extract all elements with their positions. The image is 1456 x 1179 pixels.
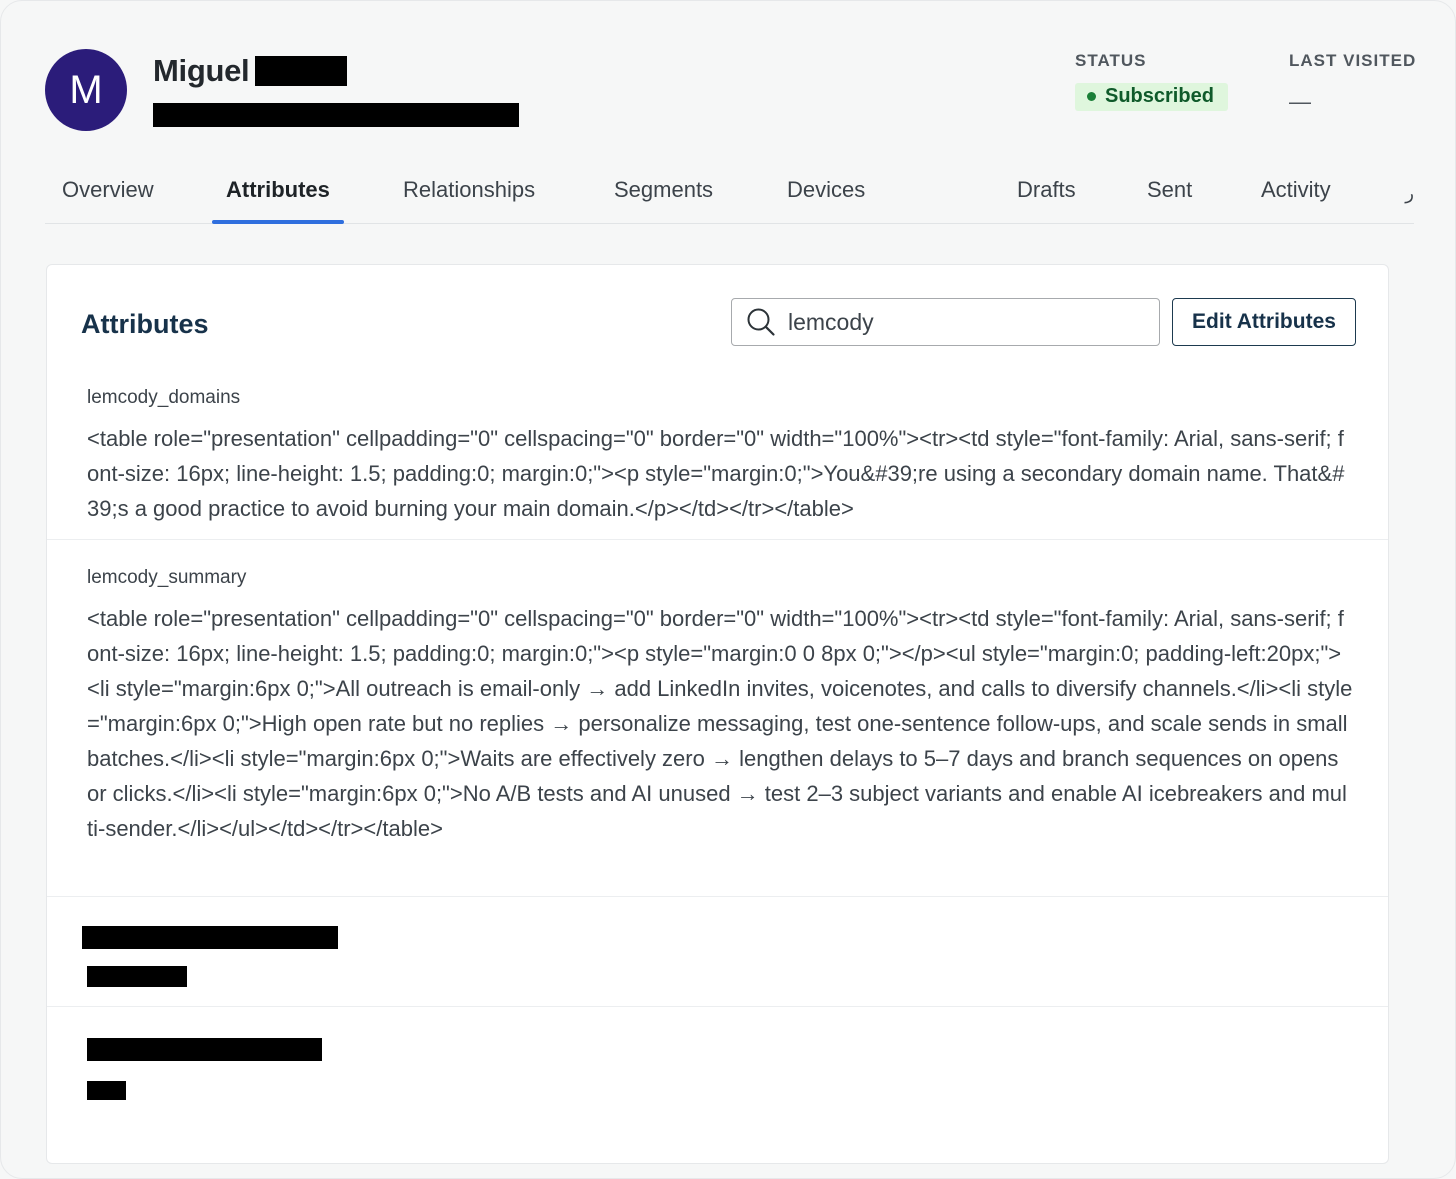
redacted-attribute-value [87,1081,126,1100]
avatar: M [45,49,127,131]
redacted-attribute-key [87,1038,322,1061]
redacted-email [153,103,519,127]
tabs-overflow-indicator[interactable]: ر [1405,183,1414,204]
profile-header: M Miguel STATUS Subscribed LAST VISITED … [45,49,1425,139]
attribute-row-redacted [47,897,1388,1007]
last-visited-value: — [1289,89,1311,114]
attribute-search [731,298,1160,346]
search-input[interactable] [788,308,1128,336]
last-visited-label: LAST VISITED [1289,51,1417,70]
edit-attributes-button[interactable]: Edit Attributes [1172,298,1356,346]
card-title: Attributes [81,309,209,339]
last-visited-block: LAST VISITED — [1289,51,1416,115]
tab-relationships[interactable]: Relationships [389,177,549,223]
contact-name: Miguel [153,53,348,89]
profile-tabs: Overview Attributes Relationships Segmen… [45,161,1414,224]
attributes-card: Attributes Edit Attributes lemcody_domai… [46,264,1389,1164]
tab-activity[interactable]: Activity [1247,177,1345,223]
status-value: Subscribed [1105,85,1214,107]
status-dot-icon [1087,92,1096,101]
status-label: STATUS [1075,51,1147,70]
redacted-attribute-value [87,966,187,987]
contact-first-name: Miguel [153,53,250,88]
attribute-value: <table role="presentation" cellpadding="… [87,426,1345,521]
attribute-key: lemcody_domains [87,387,241,408]
tab-drafts[interactable]: Drafts [1003,177,1090,223]
status-block: STATUS Subscribed [1075,51,1228,111]
tab-overview[interactable]: Overview [48,177,168,223]
redacted-attribute-key [82,926,338,949]
tab-attributes[interactable]: Attributes [212,177,344,224]
tab-sent[interactable]: Sent [1133,177,1206,223]
attribute-value: <table role="presentation" cellpadding="… [87,606,1353,841]
tab-devices[interactable]: Devices [773,177,879,223]
attribute-row: lemcody_domains <table role="presentatio… [47,365,1388,540]
status-badge: Subscribed [1075,83,1228,111]
attribute-row: lemcody_summary <table role="presentatio… [47,540,1388,897]
attribute-row-redacted [47,1007,1388,1167]
contact-profile-page: M Miguel STATUS Subscribed LAST VISITED … [0,0,1456,1179]
redacted-last-name [255,56,348,86]
search-icon [747,308,775,336]
tab-segments[interactable]: Segments [600,177,727,223]
attribute-key: lemcody_summary [87,567,247,588]
